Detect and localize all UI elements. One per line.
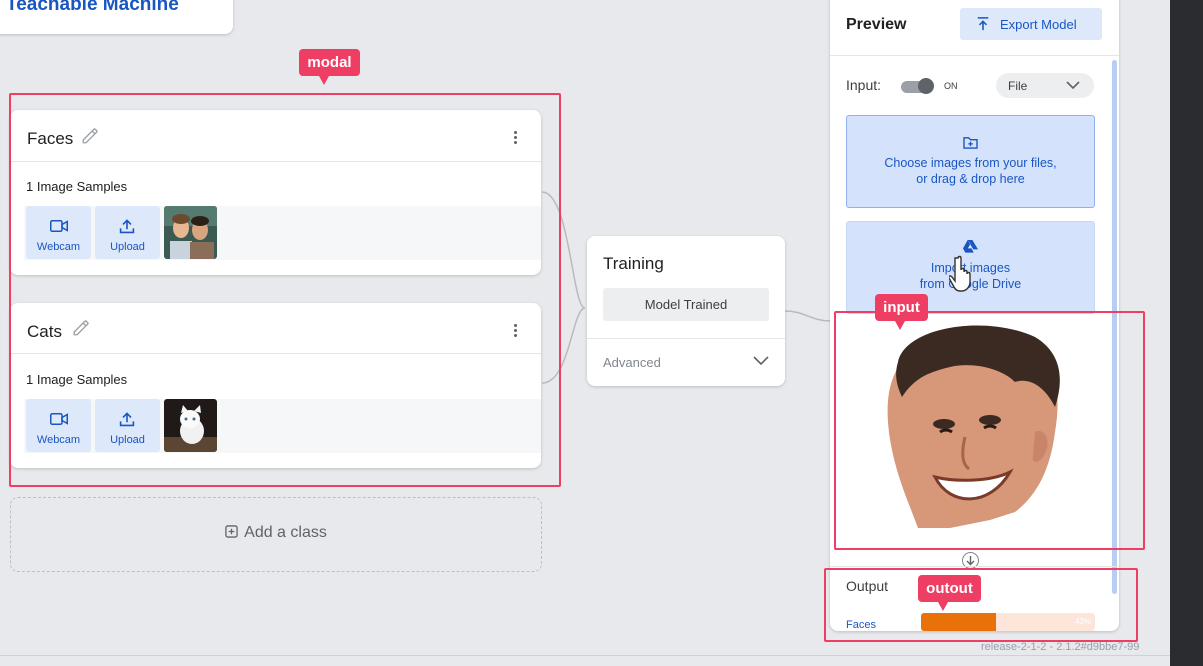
annotation-tag-input-text: input	[883, 299, 920, 316]
input-source-value: File	[1008, 79, 1028, 93]
export-icon	[977, 17, 989, 31]
annotation-box-modal	[9, 93, 561, 487]
google-drive-add-icon	[963, 239, 978, 253]
training-card: Training Model Trained Advanced	[587, 236, 785, 386]
file-drop-zone[interactable]: Choose images from your files, or drag &…	[846, 115, 1095, 208]
annotation-tag-output: outout	[918, 575, 981, 611]
add-class-button[interactable]: Add a class	[10, 497, 542, 572]
annotation-tag-input: input	[875, 294, 928, 330]
divider	[830, 55, 1119, 56]
preview-title: Preview	[846, 16, 907, 33]
input-toggle-knob[interactable]	[918, 78, 934, 94]
annotation-tag-output-text: outout	[926, 580, 973, 597]
training-title: Training	[603, 254, 664, 273]
choose-files-line2: or drag & drop here	[916, 172, 1025, 186]
choose-files-line1: Choose images from your files,	[884, 156, 1057, 170]
annotation-tag-modal: modal	[299, 49, 360, 85]
version-label: release-2-1-2 - 2.1.2#d9bbe7-99	[981, 641, 1140, 653]
hand-cursor-icon	[949, 255, 971, 292]
toggle-state-label: ON	[944, 81, 958, 91]
annotation-tag-modal-text: modal	[307, 54, 352, 71]
annotation-box-input	[834, 311, 1145, 550]
export-model-label: Export Model	[1000, 17, 1077, 32]
model-trained-label: Model Trained	[644, 297, 728, 312]
annotation-box-output	[824, 568, 1138, 642]
app-title: Teachable Machine	[6, 0, 179, 15]
export-model-button[interactable]: Export Model	[960, 8, 1102, 40]
add-box-icon	[225, 525, 238, 538]
divider	[830, 566, 1119, 567]
input-label: Input:	[846, 77, 882, 93]
add-class-row: Add a class	[11, 524, 541, 542]
model-trained-button[interactable]: Model Trained	[603, 288, 769, 321]
window-edge	[1170, 0, 1203, 666]
divider	[587, 338, 785, 339]
advanced-label[interactable]: Advanced	[603, 355, 661, 370]
bottom-divider	[0, 655, 1170, 656]
logo-card: Teachable Machine	[0, 0, 233, 34]
chevron-down-icon[interactable]	[753, 356, 769, 366]
chevron-down-icon	[1066, 81, 1080, 90]
input-source-select[interactable]: File	[996, 73, 1094, 98]
add-class-label: Add a class	[244, 524, 327, 541]
folder-add-icon	[963, 137, 978, 149]
